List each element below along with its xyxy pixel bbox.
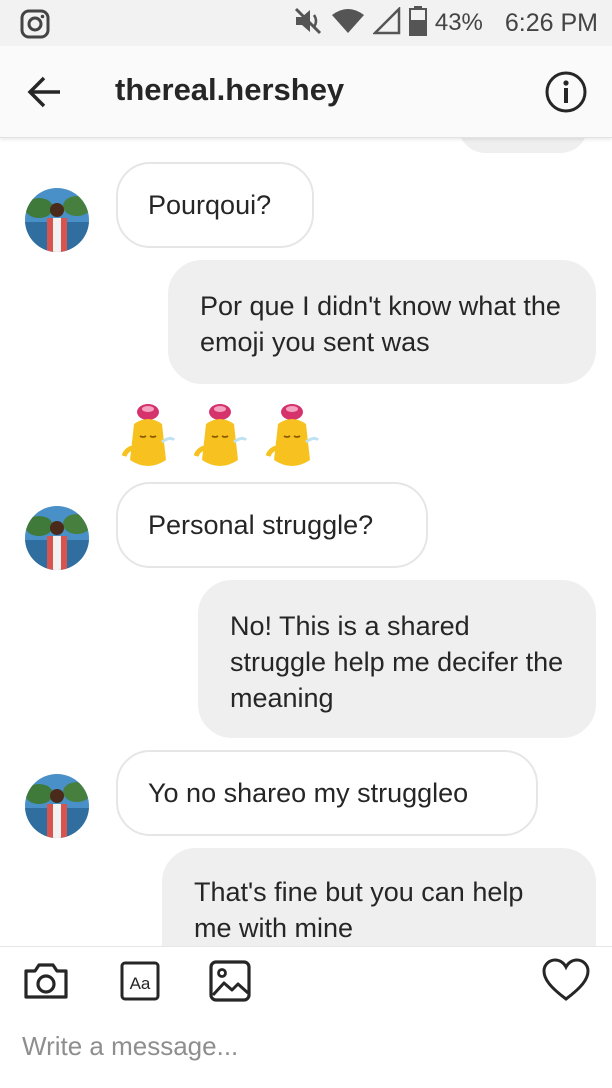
back-arrow-icon[interactable]: [22, 70, 66, 114]
emoji-sticker: [193, 404, 248, 466]
clock: 6:26 PM: [504, 8, 598, 37]
avatar[interactable]: [25, 188, 89, 252]
status-bar: 43% 6:26 PM: [0, 0, 612, 46]
message-composer: Aa: [0, 946, 612, 1088]
message-bubble-outgoing[interactable]: No! This is a shared struggle help me de…: [198, 580, 596, 738]
text-format-icon[interactable]: Aa: [114, 955, 166, 1007]
message-bubble-outgoing[interactable]: Por que I didn't know what the emoji you…: [168, 260, 596, 384]
instagram-icon: [20, 9, 50, 44]
partial-message-bubble: [458, 138, 588, 153]
battery-icon: [408, 5, 427, 41]
info-icon[interactable]: [544, 70, 588, 114]
signal-icon: [371, 5, 401, 40]
chat-header: thereal.hershey: [0, 46, 612, 138]
message-input[interactable]: [22, 1021, 592, 1071]
wifi-icon: [331, 7, 365, 40]
message-bubble-incoming[interactable]: Yo no shareo my struggleo: [116, 750, 538, 836]
message-thread[interactable]: Pourqoui? Por que I didn't know what the…: [0, 138, 612, 946]
emoji-sticker: [121, 404, 176, 466]
heart-icon[interactable]: [540, 955, 592, 1007]
battery-percentage: 43%: [434, 9, 483, 36]
emoji-sticker-row[interactable]: [118, 400, 322, 472]
message-bubble-outgoing[interactable]: That's fine but you can help me with min…: [162, 848, 596, 946]
avatar[interactable]: [25, 774, 89, 838]
mute-icon: [293, 7, 323, 40]
message-bubble-incoming[interactable]: Pourqoui?: [116, 162, 314, 248]
gallery-icon[interactable]: [204, 955, 256, 1007]
camera-icon[interactable]: [20, 955, 72, 1007]
message-bubble-incoming[interactable]: Personal struggle?: [116, 482, 428, 568]
emoji-sticker: [265, 404, 320, 466]
svg-text:Aa: Aa: [130, 974, 151, 993]
avatar[interactable]: [25, 506, 89, 570]
chat-username[interactable]: thereal.hershey: [115, 72, 344, 108]
